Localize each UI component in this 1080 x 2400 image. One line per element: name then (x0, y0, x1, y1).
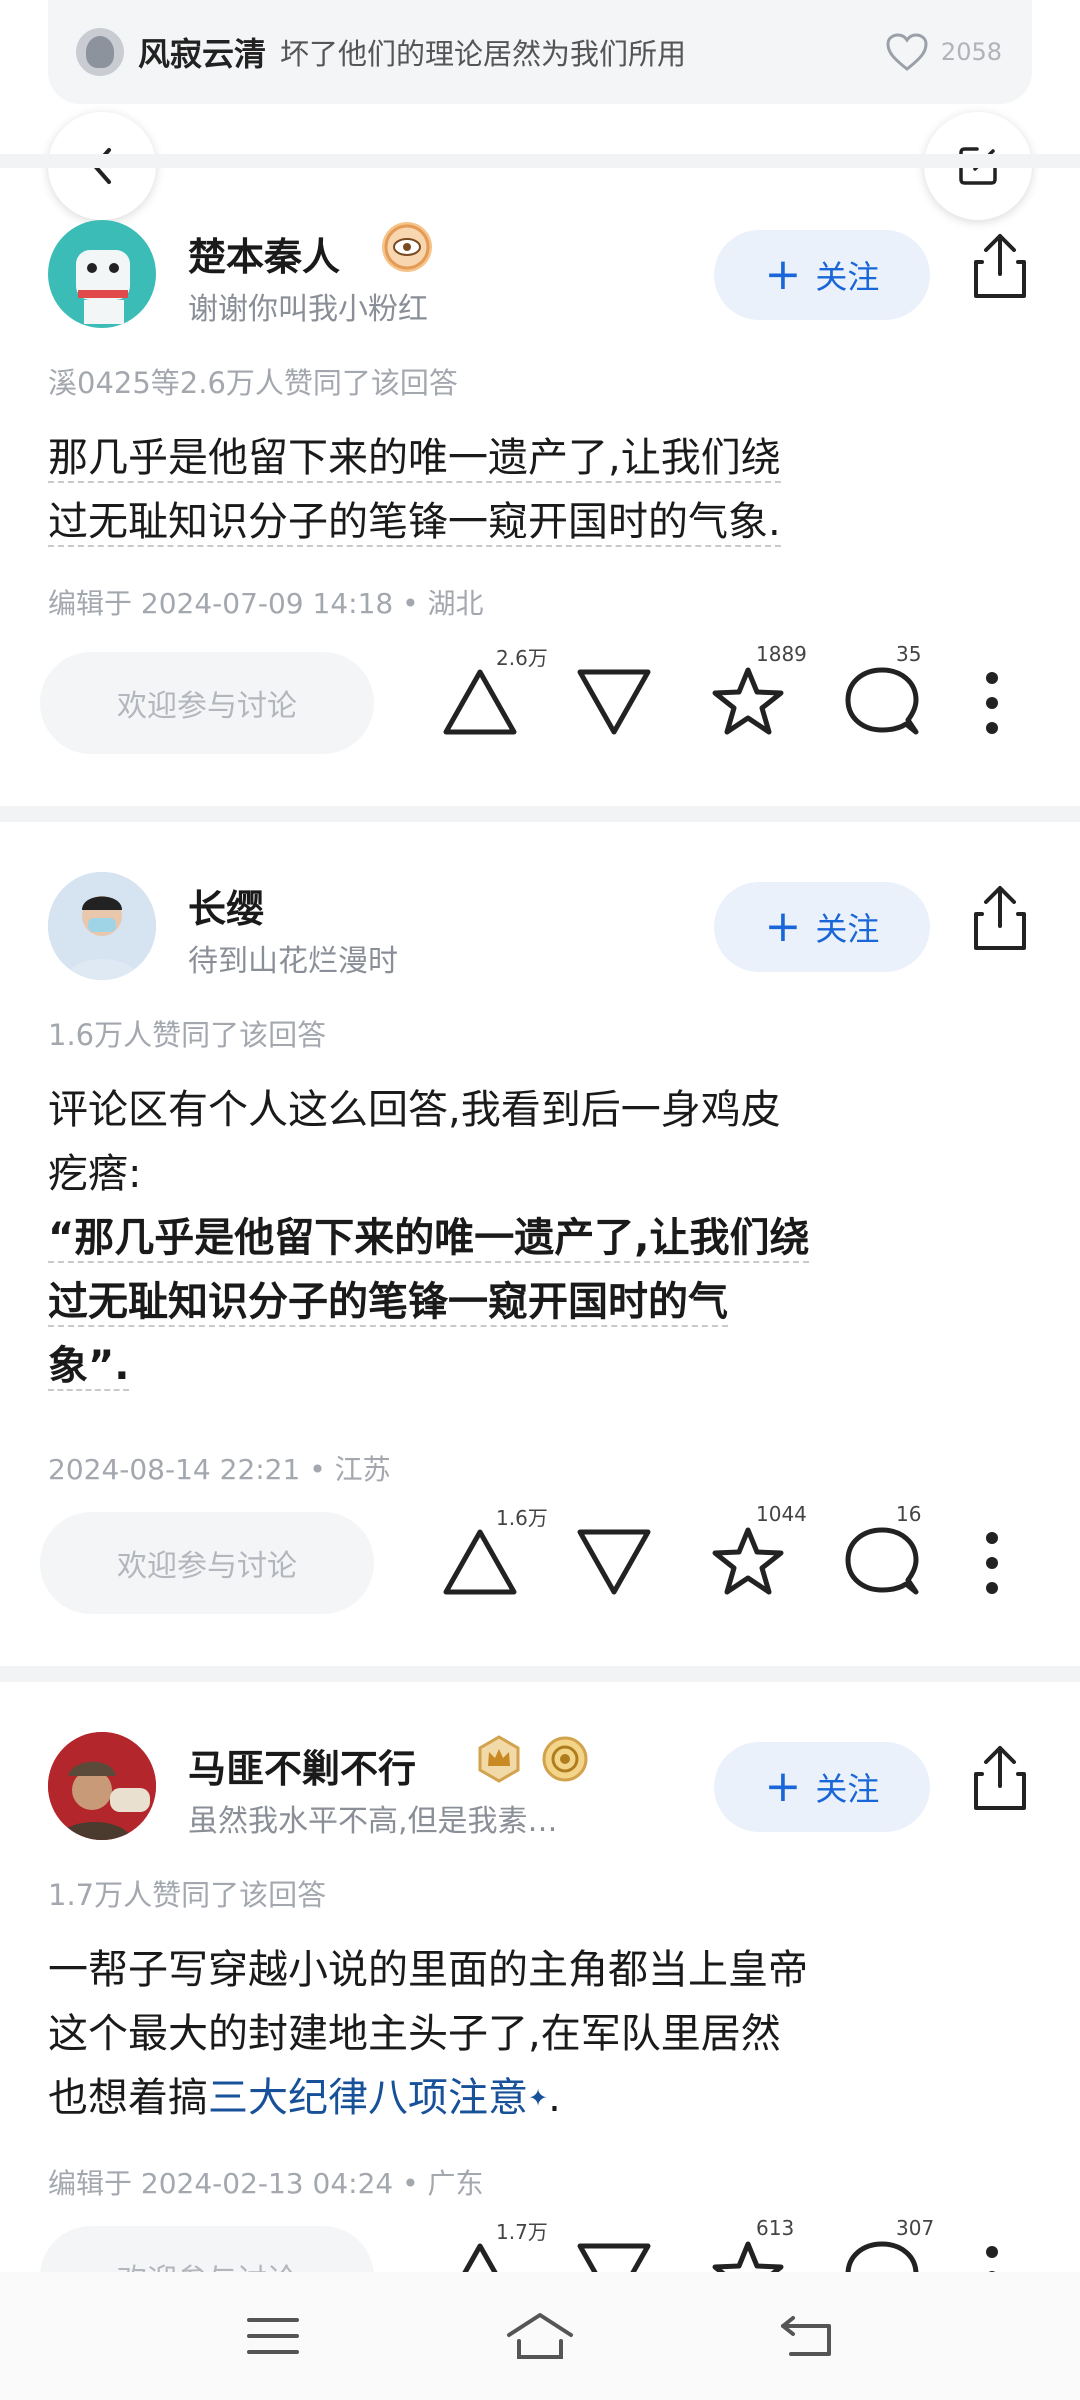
author-bio: 虽然我水平不高,但是我素… (188, 1804, 558, 1839)
author-row: 楚本秦人 谢谢你叫我小粉红 + 关注 (48, 220, 1032, 330)
menu-icon (247, 2318, 300, 2354)
eye-badge-icon (382, 222, 432, 272)
author-bio: 谢谢你叫我小粉红 (188, 292, 428, 327)
answer-meta: 2024-08-14 22:21 • 江苏 (48, 1453, 391, 1486)
downvote-icon[interactable] (574, 1522, 654, 1602)
agree-text: 1.7万人赞同了该回答 (48, 1878, 327, 1912)
commenter-name: 风寂云清 (138, 35, 267, 73)
discuss-input[interactable]: 欢迎参与讨论 (40, 652, 374, 754)
more-icon[interactable] (980, 1530, 1004, 1596)
answer-meta: 编辑于 2024-07-09 14:18 • 湖北 (48, 587, 484, 620)
upvote-icon[interactable] (440, 1522, 520, 1602)
downvote-icon[interactable] (574, 662, 654, 742)
upvote-count: 1.6万 (496, 1506, 548, 1530)
back-nav-button[interactable] (767, 2296, 847, 2376)
comment-count: 16 (896, 1502, 922, 1526)
upvote-icon[interactable] (440, 662, 520, 742)
follow-button[interactable]: + 关注 (714, 1742, 930, 1832)
star-icon[interactable] (708, 1522, 788, 1602)
answer-content[interactable]: 一帮子写穿越小说的里面的主角都当上皇帝 这个最大的封建地主头子了,在军队里居然 … (48, 1938, 1032, 2130)
answer-content[interactable]: 那几乎是他留下来的唯一遗产了,让我们绕 过无耻知识分子的笔锋一窥开国时的气象. (48, 426, 1032, 554)
heart-icon (886, 33, 928, 71)
comment-text: 坏了他们的理论居然为我们所用 (280, 37, 687, 71)
menu-button[interactable] (233, 2296, 313, 2376)
medal-badge-icon (540, 1734, 590, 1784)
avatar[interactable] (48, 1732, 156, 1840)
agree-text: 溪0425等2.6万人赞同了该回答 (48, 366, 458, 400)
comment-count: 35 (896, 642, 922, 666)
avatar[interactable] (48, 220, 156, 328)
upvote-count: 1.7万 (496, 2220, 548, 2244)
author-name[interactable]: 长缨 (188, 878, 264, 933)
share-icon[interactable] (968, 1742, 1032, 1814)
plus-icon: + (764, 249, 802, 300)
follow-button[interactable]: + 关注 (714, 230, 930, 320)
agree-text: 1.6万人赞同了该回答 (48, 1018, 327, 1052)
action-row: 欢迎参与讨论 1.6万 1044 16 (40, 1502, 1040, 1614)
author-name[interactable]: 马匪不剿不行 (188, 1738, 416, 1793)
star-icon[interactable] (708, 662, 788, 742)
commenter-avatar (76, 28, 124, 76)
comment-icon[interactable] (842, 1522, 922, 1602)
favorite-count: 1044 (756, 1502, 807, 1526)
answer-meta: 编辑于 2024-02-13 04:24 • 广东 (48, 2167, 484, 2200)
discuss-input[interactable]: 欢迎参与讨论 (40, 1512, 374, 1614)
top-comment-bar[interactable]: 风寂云清 坏了他们的理论居然为我们所用 2058 (48, 0, 1032, 104)
system-nav-bar (0, 2272, 1080, 2400)
author-row: 马匪不剿不行 虽然我水平不高,但是我素… + 关注 (48, 1732, 1032, 1842)
crown-badge-icon (474, 1734, 524, 1784)
comment-count: 307 (896, 2216, 935, 2240)
share-icon[interactable] (968, 882, 1032, 954)
like-count: 2058 (940, 38, 1002, 66)
answer-content[interactable]: 评论区有个人这么回答,我看到后一身鸡皮 疙瘩: “那几乎是他留下来的唯一遗产了,… (48, 1078, 1032, 1398)
upvote-count: 2.6万 (496, 646, 548, 670)
author-row: 长缨 待到山花烂漫时 + 关注 (48, 872, 1032, 982)
favorite-count: 1889 (756, 642, 807, 666)
author-name[interactable]: 楚本秦人 (188, 226, 340, 281)
action-row: 欢迎参与讨论 2.6万 1889 35 (40, 642, 1040, 754)
home-icon (506, 2313, 573, 2359)
follow-button[interactable]: + 关注 (714, 882, 930, 972)
share-icon[interactable] (968, 230, 1032, 302)
author-bio: 待到山花烂漫时 (188, 944, 398, 979)
back-arrow-icon (780, 2316, 831, 2356)
more-icon[interactable] (980, 670, 1004, 736)
comment-icon[interactable] (842, 662, 922, 742)
plus-icon: + (764, 901, 802, 952)
topic-link[interactable]: 三大纪律八项注意 (208, 2075, 528, 2121)
divider (0, 154, 1080, 168)
comment-like[interactable]: 2058 (885, 32, 1002, 72)
divider (0, 806, 1080, 822)
divider (0, 1666, 1080, 1682)
home-button[interactable] (500, 2296, 580, 2376)
avatar[interactable] (48, 872, 156, 980)
sparkle-icon: ✦ (528, 2084, 549, 2112)
plus-icon: + (764, 1761, 802, 1812)
favorite-count: 613 (756, 2216, 795, 2240)
